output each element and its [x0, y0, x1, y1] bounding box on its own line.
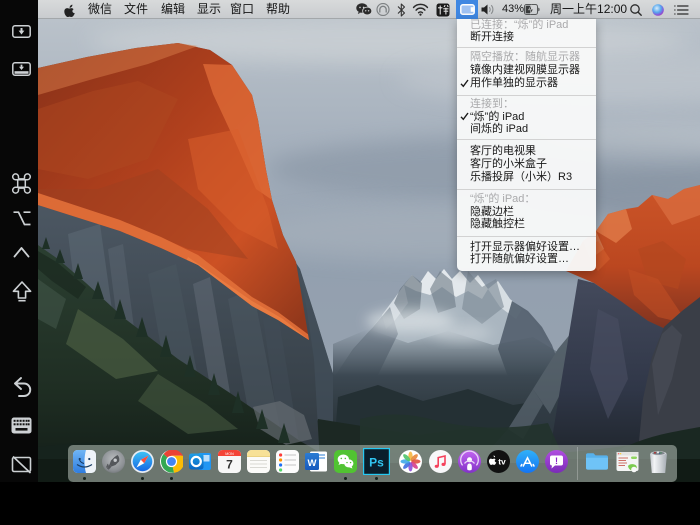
- svg-text:W: W: [307, 458, 316, 469]
- svg-text:MON: MON: [225, 452, 234, 456]
- svg-text:7: 7: [226, 458, 233, 472]
- svg-text:!: !: [555, 456, 558, 466]
- svg-text:tv: tv: [498, 457, 506, 467]
- svg-text:Ps: Ps: [369, 456, 384, 470]
